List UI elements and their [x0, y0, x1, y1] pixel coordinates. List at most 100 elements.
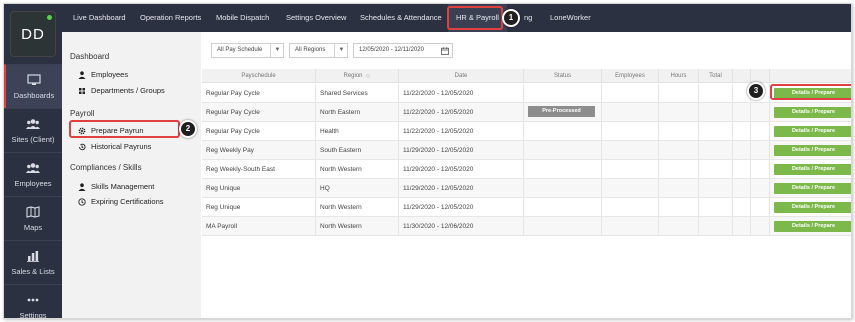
column-header-employees[interactable]: Employees	[602, 69, 659, 83]
cell-employees	[602, 103, 659, 122]
table-row: Reg Unique HQ 11/29/2020 - 12/05/2020 Detai…	[202, 179, 851, 198]
cell-hours	[659, 179, 699, 198]
menu-item-historical-payruns[interactable]: Historical Payruns	[78, 142, 151, 151]
menu-item-skills-management[interactable]: Skills Management	[78, 182, 154, 191]
sidebar-label: Sites (Client)	[11, 134, 55, 144]
ellipsis-icon	[27, 298, 39, 301]
date-range-value: 12/05/2020 - 12/11/2020	[359, 47, 424, 53]
chevron-down-icon: ▼	[270, 44, 284, 57]
calendar-icon	[441, 47, 449, 55]
person-icon	[78, 70, 86, 79]
table-row: Reg Weekly Pay South Eastern 11/29/2020 - …	[202, 141, 851, 160]
cell-payschedule: Regular Pay Cycle	[202, 84, 316, 103]
sidebar-label: Sales & Lists	[11, 266, 55, 276]
map-icon	[26, 205, 40, 218]
sidebar-item-maps[interactable]: Maps	[4, 196, 62, 240]
clock-icon	[78, 197, 86, 206]
cell-date: 11/29/2020 - 12/05/2020	[399, 179, 524, 198]
cell-extra	[751, 198, 770, 217]
menu-item-departments[interactable]: Departments / Groups	[78, 86, 165, 95]
regions-select[interactable]: All Regions ▼	[289, 43, 348, 58]
cell-payschedule: Regular Pay Cycle	[202, 103, 316, 122]
cell-status	[524, 217, 602, 236]
nav-operation-reports[interactable]: Operation Reports	[140, 4, 201, 32]
details-prepare-button[interactable]: Details / Prepare	[774, 164, 851, 175]
cell-hours	[659, 103, 699, 122]
column-header-total[interactable]: Total	[699, 69, 733, 83]
nav-schedules-attendance[interactable]: Schedules & Attendance	[360, 4, 442, 32]
sidebar-item-dashboards[interactable]: Dashboards	[4, 64, 62, 108]
cell-employees	[602, 141, 659, 160]
cell-extra	[751, 103, 770, 122]
cell-date: 11/22/2020 - 12/05/2020	[399, 122, 524, 141]
top-navigation: Live Dashboard Operation Reports Mobile …	[62, 4, 851, 32]
highlight-details-prepare	[770, 84, 851, 100]
menu-item-label: Skills Management	[91, 182, 155, 191]
cell-total	[699, 179, 733, 198]
menu-heading-payroll: Payroll	[70, 109, 95, 118]
column-header-status[interactable]: Status	[524, 69, 602, 83]
details-prepare-button[interactable]: Details / Prepare	[774, 183, 851, 194]
cell-employees	[602, 179, 659, 198]
person-icon	[78, 182, 86, 191]
sidebar-item-settings[interactable]: Settings	[4, 284, 62, 318]
status-badge: Pre-Processed	[528, 106, 595, 117]
nav-live-dashboard[interactable]: Live Dashboard	[73, 4, 126, 32]
cell-region: North Western	[316, 198, 399, 217]
table-row: Regular Pay Cycle North Eastern 11/22/2020…	[202, 103, 851, 122]
pay-schedule-select[interactable]: All Pay Schedule ▼	[211, 43, 284, 58]
details-prepare-button[interactable]: Details / Prepare	[774, 202, 851, 213]
cell-date: 11/22/2020 - 12/05/2020	[399, 103, 524, 122]
cell-payschedule: Reg Unique	[202, 198, 316, 217]
callout-badge-3: 3	[747, 82, 765, 100]
menu-item-label: Historical Payruns	[91, 142, 152, 151]
date-range-input[interactable]: 12/05/2020 - 12/11/2020	[353, 43, 453, 58]
secondary-menu: Dashboard Employees Departments / Groups…	[62, 32, 201, 318]
nav-settings-overview[interactable]: Settings Overview	[286, 4, 346, 32]
details-prepare-button[interactable]: Details / Prepare	[774, 221, 851, 232]
cell-total	[699, 103, 733, 122]
cell-status	[524, 179, 602, 198]
cell-payschedule: Reg Unique	[202, 179, 316, 198]
cell-hours	[659, 141, 699, 160]
column-header-payschedule[interactable]: Payschedule	[202, 69, 316, 83]
highlight-prepare-payrun	[69, 120, 180, 138]
column-header-date[interactable]: Date	[399, 69, 524, 83]
cell-region: Shared Services	[316, 84, 399, 103]
highlight-hr-payroll	[447, 6, 503, 30]
nav-loneworker[interactable]: LoneWorker	[550, 4, 591, 32]
nav-scheduling-truncated[interactable]: ng	[524, 4, 532, 32]
sidebar-item-sites[interactable]: Sites (Client)	[4, 108, 62, 152]
menu-item-label: Expiring Certifications	[91, 197, 164, 206]
details-prepare-button[interactable]: Details / Prepare	[774, 126, 851, 137]
avatar-initials: DD	[21, 25, 45, 43]
app-window: DD Dashboards Sites (Client) Employees M…	[3, 3, 852, 319]
menu-item-expiring-certifications[interactable]: Expiring Certifications	[78, 197, 164, 206]
cell-extra	[733, 141, 751, 160]
cell-region: North Eastern	[316, 103, 399, 122]
cell-total	[699, 141, 733, 160]
sidebar-item-sales-lists[interactable]: Sales & Lists	[4, 240, 62, 284]
cell-payschedule: Reg Weekly-South East	[202, 160, 316, 179]
avatar[interactable]: DD	[10, 11, 56, 57]
cell-extra	[751, 141, 770, 160]
column-header-hours[interactable]: Hours	[659, 69, 699, 83]
menu-item-label: Departments / Groups	[91, 86, 165, 95]
details-prepare-button[interactable]: Details / Prepare	[774, 107, 851, 118]
cell-employees	[602, 160, 659, 179]
nav-mobile-dispatch[interactable]: Mobile Dispatch	[216, 4, 269, 32]
sidebar-item-employees[interactable]: Employees	[4, 152, 62, 196]
column-header-region[interactable]: Region ◇	[316, 69, 399, 83]
cell-region: South Eastern	[316, 141, 399, 160]
menu-heading-compliances: Compliances / Skills	[70, 163, 142, 172]
menu-heading-dashboard: Dashboard	[70, 52, 110, 61]
cell-hours	[659, 160, 699, 179]
table-row: MA Payroll North Western 11/30/2020 - 12/0…	[202, 217, 851, 236]
cell-payschedule: MA Payroll	[202, 217, 316, 236]
menu-item-employees[interactable]: Employees	[78, 70, 128, 79]
cell-extra	[733, 217, 751, 236]
cell-status	[524, 84, 602, 103]
cell-extra	[751, 179, 770, 198]
cell-status	[524, 141, 602, 160]
details-prepare-button[interactable]: Details / Prepare	[774, 145, 851, 156]
